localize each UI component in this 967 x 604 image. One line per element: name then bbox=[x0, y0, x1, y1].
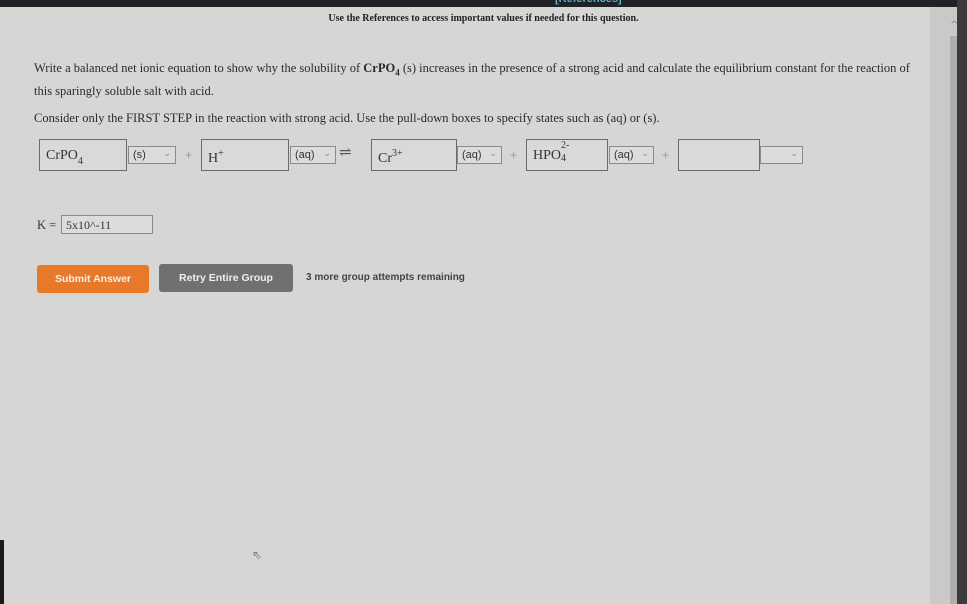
product-2-state-select[interactable]: (aq) ⌄ bbox=[609, 146, 654, 164]
state-value: (aq) bbox=[462, 149, 482, 161]
equilibrium-arrow-icon: ⇌ bbox=[339, 145, 352, 161]
question-page: Use the References to access important v… bbox=[0, 7, 930, 604]
reactant-2-field[interactable]: H+ bbox=[201, 139, 289, 171]
question-text-part: Write a balanced net ionic equation to s… bbox=[34, 61, 364, 75]
species-charge: 3+ bbox=[392, 148, 403, 159]
species-formula: HPO bbox=[533, 148, 562, 163]
k-label: K = bbox=[37, 218, 57, 232]
product-1-state-select[interactable]: (aq) ⌄ bbox=[457, 146, 502, 164]
species-formula: CrPO bbox=[46, 148, 78, 163]
species-charge: 2- bbox=[561, 140, 570, 151]
chevron-down-icon: ⌄ bbox=[323, 148, 331, 158]
reactant-2-state-select[interactable]: (aq) ⌄ bbox=[290, 146, 336, 164]
product-3-field[interactable] bbox=[678, 139, 760, 171]
screen-bezel-right bbox=[957, 0, 967, 604]
submit-answer-button[interactable]: Submit Answer bbox=[37, 265, 149, 293]
references-link[interactable]: [References] bbox=[555, 0, 622, 5]
reactant-1-state-select[interactable]: (s) ⌄ bbox=[128, 146, 176, 164]
screen-bezel-left bbox=[0, 540, 8, 604]
species-formula: H bbox=[208, 151, 219, 166]
plus-sign: + bbox=[185, 148, 193, 162]
chevron-down-icon: ⌄ bbox=[790, 148, 798, 158]
species-subscript: 4 bbox=[561, 153, 567, 164]
references-note: Use the References to access important v… bbox=[328, 13, 639, 24]
product-2-field[interactable]: HPO 2- 4 bbox=[526, 139, 608, 171]
k-value-input[interactable]: 5x10^-11 bbox=[61, 215, 153, 234]
compound-name: CrPO4 bbox=[363, 61, 399, 78]
plus-sign: + bbox=[510, 148, 518, 162]
chevron-down-icon: ⌄ bbox=[641, 148, 649, 158]
compound-formula: CrPO bbox=[363, 61, 396, 75]
state-value: (aq) bbox=[295, 149, 315, 161]
reactant-1-field[interactable]: CrPO4 bbox=[39, 139, 127, 171]
species-charge: + bbox=[218, 148, 224, 159]
question-text: Write a balanced net ionic equation to s… bbox=[34, 59, 914, 100]
state-value: (aq) bbox=[614, 149, 634, 161]
species-sub-sup: 2- 4 bbox=[561, 140, 573, 164]
attempts-remaining-text: 3 more group attempts remaining bbox=[306, 272, 465, 283]
species-formula: Cr bbox=[378, 151, 392, 166]
chevron-down-icon: ⌄ bbox=[163, 148, 171, 158]
plus-sign: + bbox=[662, 148, 670, 162]
retry-entire-group-button[interactable]: Retry Entire Group bbox=[159, 264, 293, 292]
state-value: (s) bbox=[133, 149, 146, 161]
product-1-field[interactable]: Cr3+ bbox=[371, 139, 457, 171]
top-bar: [References] bbox=[0, 0, 967, 7]
chevron-down-icon: ⌄ bbox=[489, 148, 497, 158]
species-subscript: 4 bbox=[77, 156, 83, 167]
mouse-cursor-icon: ⇖ bbox=[252, 548, 263, 562]
product-3-state-select[interactable]: ⌄ bbox=[760, 146, 803, 164]
instruction-text: Consider only the FIRST STEP in the reac… bbox=[34, 111, 660, 125]
